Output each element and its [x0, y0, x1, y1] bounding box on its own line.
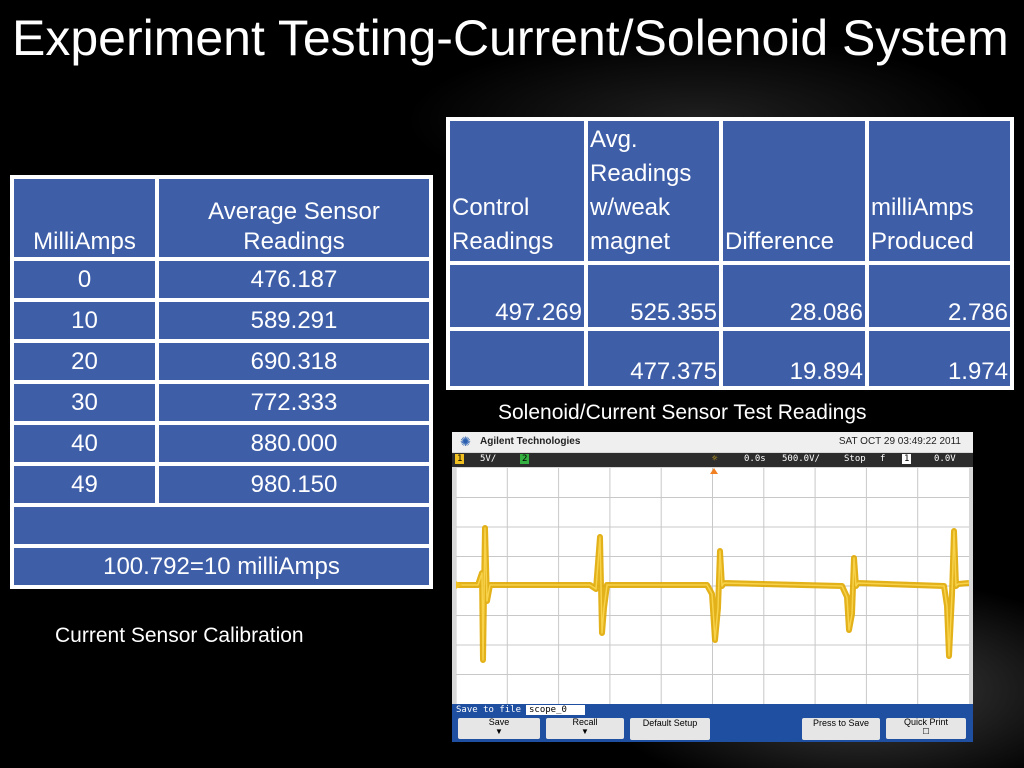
cell-milliamps: 10 [14, 302, 155, 339]
cell-avg-reading: 477.375 [588, 331, 719, 386]
channel-1-scale: 5V/ [480, 454, 497, 464]
waveform-display [455, 468, 970, 704]
channel-1-badge: 1 [455, 454, 465, 464]
delay-value: 0.0s [744, 454, 766, 464]
save-label: Save [488, 717, 510, 727]
header-milliamps: MilliAmps [14, 179, 155, 257]
header-milliamps-produced: milliAmps Produced [869, 121, 1010, 261]
trigger-position-icon: ☼ [712, 454, 718, 464]
recall-softkey[interactable]: Recall ▼ [546, 718, 624, 739]
cell-difference: 19.894 [723, 331, 865, 386]
table-header-row: MilliAmps Average Sensor Readings [14, 179, 429, 257]
cell-reading: 690.318 [159, 343, 429, 380]
cell-milliamps: 1.974 [869, 331, 1010, 386]
arrow-down-icon: ▼ [581, 727, 589, 736]
cell-avg-reading: 525.355 [588, 265, 719, 327]
test-readings-table: Control Readings Avg. Readings w/weak ma… [446, 117, 1014, 390]
table-row: 30 772.333 [14, 384, 429, 421]
timebase-value: 500.0V/ [782, 454, 820, 464]
quick-print-softkey[interactable]: Quick Print ☐ [886, 718, 966, 739]
table-row: 10 589.291 [14, 302, 429, 339]
trigger-channel: 1 [902, 454, 912, 464]
table-header-row: Control Readings Avg. Readings w/weak ma… [450, 121, 1010, 261]
scope-header: ✺ Agilent Technologies SAT OCT 29 03:49:… [452, 432, 973, 452]
table-row-empty [14, 507, 429, 544]
save-to-file-label: Save to file = [456, 705, 532, 715]
header-avg-readings-weak-magnet: Avg. Readings w/weak magnet [588, 121, 719, 261]
arrow-down-icon: ▼ [495, 727, 503, 736]
run-state: Stop [844, 454, 866, 464]
table-row: 497.269 525.355 28.086 2.786 [450, 265, 1010, 327]
waveform-svg [455, 468, 970, 704]
cell-milliamps: 2.786 [869, 265, 1010, 327]
table-row: 477.375 19.894 1.974 [450, 331, 1010, 386]
table-row: 0 476.187 [14, 261, 429, 298]
trigger-level: 0.0V [934, 454, 956, 464]
press-to-save-softkey[interactable]: Press to Save [802, 718, 880, 740]
cell-milliamps: 30 [14, 384, 155, 421]
cell-reading: 880.000 [159, 425, 429, 462]
agilent-logo-icon: ✺ [460, 434, 471, 449]
softkey-bar: Save ▼ Recall ▼ Default Setup Press to S… [452, 716, 973, 742]
table-row: 40 880.000 [14, 425, 429, 462]
cell-difference: 28.086 [723, 265, 865, 327]
channel-2-badge: 2 [520, 454, 530, 464]
table-row: 49 980.150 [14, 466, 429, 503]
calibration-caption: Current Sensor Calibration [55, 624, 304, 647]
empty-cell [14, 507, 429, 544]
cell-control: 497.269 [450, 265, 584, 327]
header-control-readings: Control Readings [450, 121, 584, 261]
slide-title: Experiment Testing-Current/Solenoid Syst… [12, 10, 1009, 66]
scope-datetime: SAT OCT 29 03:49:22 2011 [838, 436, 961, 447]
save-to-file-bar: Save to file = scope_0 [452, 704, 973, 716]
cell-milliamps: 49 [14, 466, 155, 503]
trigger-edge-icon: f [880, 454, 886, 464]
recall-label: Recall [572, 717, 598, 727]
cell-reading: 980.150 [159, 466, 429, 503]
table-row-note: 100.792=10 milliAmps [14, 548, 429, 585]
cell-milliamps: 40 [14, 425, 155, 462]
cell-milliamps: 20 [14, 343, 155, 380]
cell-reading: 772.333 [159, 384, 429, 421]
scope-brand: Agilent Technologies [480, 436, 581, 447]
header-difference: Difference [723, 121, 865, 261]
table-row: 20 690.318 [14, 343, 429, 380]
scope-status-bar: 1 5V/ 2 ☼ 0.0s 500.0V/ Stop f 1 0.0V [452, 453, 973, 467]
test-caption: Solenoid/Current Sensor Test Readings [498, 401, 867, 424]
quick-print-label: Quick Print [903, 717, 948, 727]
calibration-table: MilliAmps Average Sensor Readings 0 476.… [10, 175, 433, 589]
save-softkey[interactable]: Save ▼ [458, 718, 540, 739]
cell-reading: 476.187 [159, 261, 429, 298]
calibration-note: 100.792=10 milliAmps [14, 548, 429, 585]
checkbox-icon: ☐ [922, 727, 930, 736]
cell-control [450, 331, 584, 386]
default-setup-softkey[interactable]: Default Setup [630, 718, 710, 740]
cell-milliamps: 0 [14, 261, 155, 298]
filename-field[interactable]: scope_0 [526, 705, 585, 715]
oscilloscope-screenshot: ✺ Agilent Technologies SAT OCT 29 03:49:… [452, 432, 973, 742]
cell-reading: 589.291 [159, 302, 429, 339]
header-average-sensor-readings: Average Sensor Readings [159, 179, 429, 257]
